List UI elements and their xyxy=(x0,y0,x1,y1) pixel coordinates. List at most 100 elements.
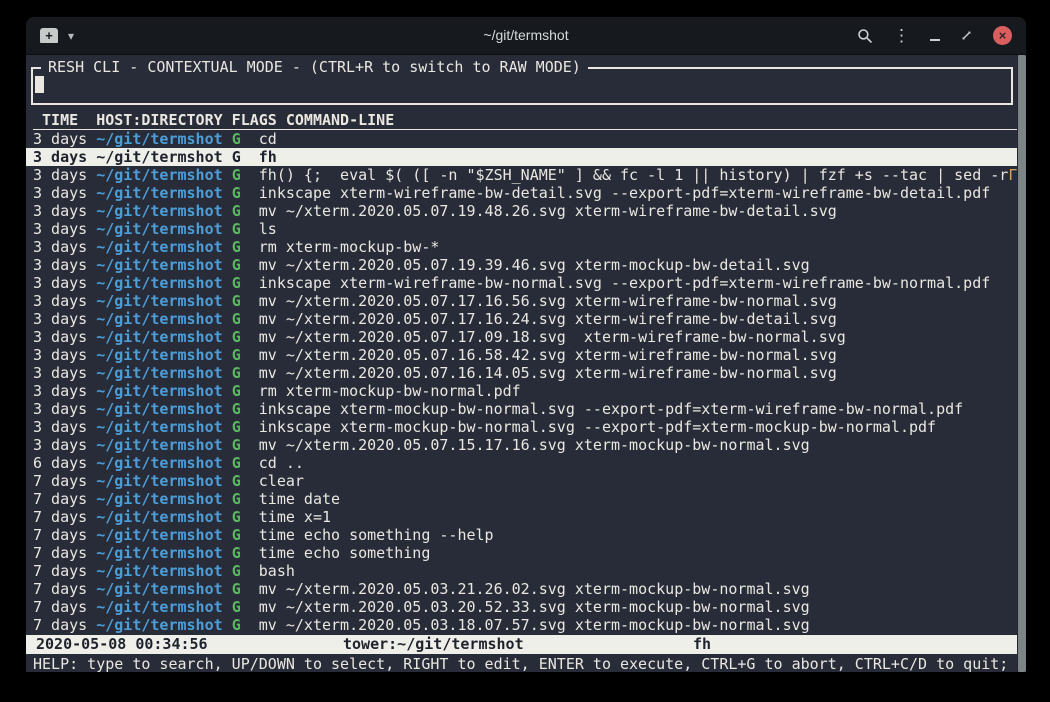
row-flags: G xyxy=(232,292,241,310)
row-directory: ~/git/termshot xyxy=(96,436,222,454)
row-flags: G xyxy=(232,454,241,472)
history-row[interactable]: 3 days ~/git/termshot G rm xterm-mockup-… xyxy=(33,238,1018,256)
history-row[interactable]: 3 days ~/git/termshot G fh() {; eval $( … xyxy=(33,166,1018,184)
row-time: 6 days xyxy=(33,454,87,472)
row-command: inkscape xterm-mockup-bw-normal.svg --ex… xyxy=(259,418,936,436)
row-directory: ~/git/termshot xyxy=(96,166,222,184)
menu-button[interactable]: ⋮ xyxy=(893,27,910,44)
row-directory: ~/git/termshot xyxy=(96,148,222,166)
row-command: ls xyxy=(259,220,277,238)
row-directory: ~/git/termshot xyxy=(96,418,222,436)
row-directory: ~/git/termshot xyxy=(96,184,222,202)
row-flags: G xyxy=(232,130,241,148)
history-row[interactable]: 3 days ~/git/termshot G mv ~/xterm.2020.… xyxy=(33,436,1018,454)
row-command: cd .. xyxy=(259,454,304,472)
row-flags: G xyxy=(232,238,241,256)
history-row[interactable]: 3 days ~/git/termshot G ls xyxy=(33,220,1018,238)
history-row[interactable]: 3 days ~/git/termshot G cd xyxy=(33,130,1018,148)
row-flags: G xyxy=(232,148,241,166)
history-row[interactable]: 3 days ~/git/termshot G mv ~/xterm.2020.… xyxy=(33,256,1018,274)
row-time: 7 days xyxy=(33,598,87,616)
row-directory: ~/git/termshot xyxy=(96,328,222,346)
row-command: fh() {; eval $( ([ -n "$ZSH_NAME" ] && f… xyxy=(259,166,1009,184)
history-row[interactable]: 3 days ~/git/termshot G mv ~/xterm.2020.… xyxy=(33,346,1018,364)
history-row[interactable]: 3 days ~/git/termshot G inkscape xterm-w… xyxy=(33,184,1018,202)
row-flags: G xyxy=(232,580,241,598)
history-row[interactable]: 3 days ~/git/termshot G mv ~/xterm.2020.… xyxy=(33,328,1018,346)
close-button[interactable]: × xyxy=(993,26,1012,45)
terminal-screen: RESH CLI - CONTEXTUAL MODE - (CTRL+R to … xyxy=(26,55,1026,672)
row-directory: ~/git/termshot xyxy=(96,508,222,526)
history-row[interactable]: 7 days ~/git/termshot G bash xyxy=(33,562,1018,580)
row-directory: ~/git/termshot xyxy=(96,130,222,148)
table-header: TIME HOST:DIRECTORY FLAGS COMMAND-LINE xyxy=(33,111,1018,130)
history-row[interactable]: 7 days ~/git/termshot G time date xyxy=(33,490,1018,508)
row-flags: G xyxy=(232,418,241,436)
row-directory: ~/git/termshot xyxy=(96,310,222,328)
row-time: 3 days xyxy=(33,148,87,166)
row-flags: G xyxy=(232,490,241,508)
history-row[interactable]: 3 days ~/git/termshot G mv ~/xterm.2020.… xyxy=(33,202,1018,220)
row-command: fh xyxy=(259,148,277,166)
row-time: 3 days xyxy=(33,166,87,184)
history-row[interactable]: 7 days ~/git/termshot G time echo someth… xyxy=(33,544,1018,562)
history-row[interactable]: 7 days ~/git/termshot G mv ~/xterm.2020.… xyxy=(33,616,1018,634)
row-flags: G xyxy=(232,256,241,274)
search-box-title: RESH CLI - CONTEXTUAL MODE - (CTRL+R to … xyxy=(41,58,588,76)
row-time: 7 days xyxy=(33,580,87,598)
restore-icon xyxy=(960,29,973,42)
row-directory: ~/git/termshot xyxy=(96,292,222,310)
history-row[interactable]: 3 days ~/git/termshot G mv ~/xterm.2020.… xyxy=(33,292,1018,310)
row-command: cd xyxy=(259,130,277,148)
history-row[interactable]: 6 days ~/git/termshot G cd .. xyxy=(33,454,1018,472)
row-flags: G xyxy=(232,364,241,382)
row-directory: ~/git/termshot xyxy=(96,400,222,418)
row-command: clear xyxy=(259,472,304,490)
history-row[interactable]: 7 days ~/git/termshot G time x=1 xyxy=(33,508,1018,526)
history-row[interactable]: 3 days ~/git/termshot G inkscape xterm-m… xyxy=(33,418,1018,436)
row-flags: G xyxy=(232,310,241,328)
row-flags: G xyxy=(232,274,241,292)
history-row[interactable]: 7 days ~/git/termshot G time echo someth… xyxy=(33,526,1018,544)
row-time: 3 days xyxy=(33,130,87,148)
history-row[interactable]: 3 days ~/git/termshot G inkscape xterm-m… xyxy=(33,400,1018,418)
row-command: mv ~/xterm.2020.05.07.19.39.46.svg xterm… xyxy=(259,256,810,274)
minimize-button[interactable] xyxy=(930,31,940,41)
status-hostpath: tower:~/git/termshot xyxy=(343,635,524,654)
row-flags: G xyxy=(232,328,241,346)
row-directory: ~/git/termshot xyxy=(96,454,222,472)
row-flags: G xyxy=(232,472,241,490)
row-flags: G xyxy=(232,616,241,634)
row-flags: G xyxy=(232,166,241,184)
row-command: inkscape xterm-wireframe-bw-normal.svg -… xyxy=(259,274,991,292)
row-command: mv ~/xterm.2020.05.07.17.16.24.svg xterm… xyxy=(259,310,837,328)
status-bar: 2020-05-08 00:34:56 tower:~/git/termshot… xyxy=(26,635,1026,654)
row-flags: G xyxy=(232,382,241,400)
tab-dropdown-button[interactable]: ▾ xyxy=(68,29,74,43)
chevron-down-icon: ▾ xyxy=(68,29,74,43)
status-command: fh xyxy=(693,635,711,654)
row-flags: G xyxy=(232,526,241,544)
restore-button[interactable] xyxy=(960,29,973,42)
row-command: mv ~/xterm.2020.05.03.21.26.02.svg xterm… xyxy=(259,580,810,598)
history-row[interactable]: 7 days ~/git/termshot G mv ~/xterm.2020.… xyxy=(33,580,1018,598)
new-tab-button[interactable]: + xyxy=(40,28,58,43)
row-flags: G xyxy=(232,346,241,364)
scrollbar[interactable] xyxy=(1017,55,1026,672)
row-time: 3 days xyxy=(33,202,87,220)
history-row[interactable]: 3 days ~/git/termshot G rm xterm-mockup-… xyxy=(33,382,1018,400)
status-datetime: 2020-05-08 00:34:56 xyxy=(36,635,208,654)
row-time: 7 days xyxy=(33,544,87,562)
history-row[interactable]: 3 days ~/git/termshot G fh xyxy=(26,148,1026,166)
search-button[interactable] xyxy=(857,28,873,44)
history-row[interactable]: 7 days ~/git/termshot G mv ~/xterm.2020.… xyxy=(33,598,1018,616)
history-row[interactable]: 7 days ~/git/termshot G clear xyxy=(33,472,1018,490)
history-row[interactable]: 3 days ~/git/termshot G mv ~/xterm.2020.… xyxy=(33,364,1018,382)
row-command: mv ~/xterm.2020.05.07.17.09.18.svg xterm… xyxy=(259,328,846,346)
row-directory: ~/git/termshot xyxy=(96,256,222,274)
history-row[interactable]: 3 days ~/git/termshot G mv ~/xterm.2020.… xyxy=(33,310,1018,328)
row-time: 7 days xyxy=(33,616,87,634)
history-row[interactable]: 3 days ~/git/termshot G inkscape xterm-w… xyxy=(33,274,1018,292)
search-box[interactable]: RESH CLI - CONTEXTUAL MODE - (CTRL+R to … xyxy=(31,67,1013,105)
row-flags: G xyxy=(232,400,241,418)
